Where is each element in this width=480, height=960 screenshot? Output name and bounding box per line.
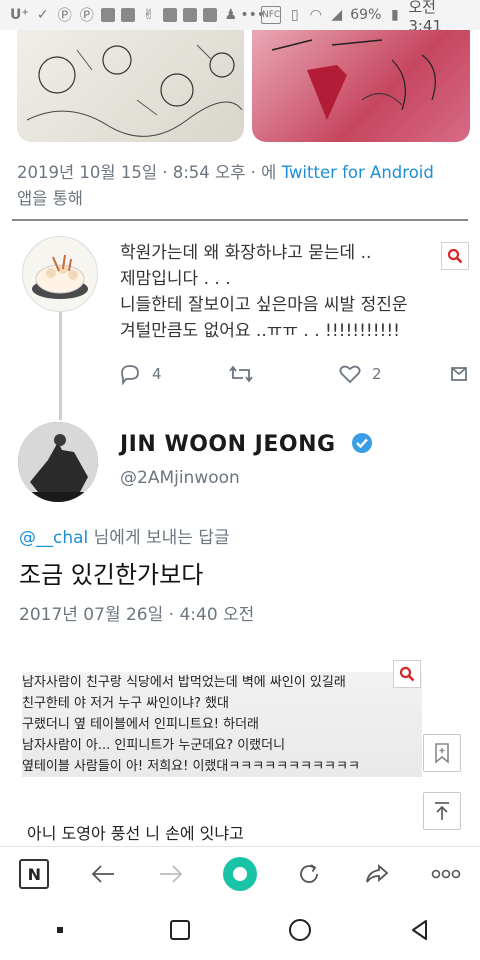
retweet-button[interactable] [228,363,338,385]
tweet-line: 제맘입니다 . . . [120,269,231,289]
heart-icon [339,365,361,384]
profile-avatar[interactable] [18,422,98,502]
nfc-icon: NFC [260,6,282,24]
square-icon [100,8,115,22]
refresh-icon [299,864,318,883]
green-dot-button[interactable] [220,854,260,894]
thread-line [59,312,62,420]
reply-count: 4 [152,365,162,383]
share-arrow-icon [366,864,389,883]
search-icon [447,248,463,264]
search-icon [399,666,415,682]
story-bottom-line: 아니 도영아 풍선 니 손에 잇냐고 [27,824,244,843]
recents-button[interactable] [160,910,200,950]
square-icon [202,8,217,22]
tweet-timestamp: 2019년 10월 15일 · 8:54 오후 · 에 Twitter for … [17,160,457,212]
tweet-line: 학원가는데 왜 화장하냐고 묻는데 .. [120,243,372,263]
replying-suffix: 님에게 보내는 답글 [88,528,230,548]
bookmark-icon [435,743,449,764]
share-button[interactable] [448,363,478,385]
dot-icon [57,927,63,933]
verified-icon [351,433,372,453]
story-line: 남자사람이 친구랑 식당에서 밥먹었는데 벽에 싸인이 있길래 [22,675,346,690]
peace-icon: ✌ [142,7,155,23]
retweet-icon [229,365,253,383]
forward-button[interactable] [151,854,191,894]
story-line: 구랬더니 옆 테이블에서 인피니트요! 하더래 [22,717,260,732]
tweet-actions: 4 2 [118,360,480,388]
more-menu-button[interactable] [426,854,466,894]
person-icon: ♟ [224,7,238,23]
naver-home-button[interactable]: N [14,854,54,894]
tweet-line: 겨털만큼도 없어요 ..ㅠㅠ . . !!!!!!!!!!! [120,321,400,341]
like-button[interactable]: 2 [338,363,448,385]
bookmark-button[interactable] [423,734,461,772]
tweet-source-suffix: 앱을 통해 [17,189,83,208]
image-search-button[interactable] [441,242,469,270]
more-icon: ••• [240,7,266,23]
story-line: 친구한테 야 저거 누구 싸인이냐? 했대 [22,696,229,711]
square-icon [170,920,190,940]
reply-timestamp: 2017년 07월 26일 · 4:40 오전 [19,605,255,625]
tweet-image-pink[interactable] [252,30,470,142]
green-dot-icon [222,857,257,891]
user-handle[interactable]: @2AMjinwoon [120,468,240,488]
like-count: 2 [372,365,382,383]
arrow-left-icon [91,865,114,883]
tweet-line: 니들한테 잘보이고 싶은마음 씨발 정진운 [120,295,408,315]
check-icon: ✓ [36,7,49,23]
status-bar: U⁺ ✓ Ⓟ Ⓟ ✌ ♟ ••• NFC ▯ ◠ ◢ 69% ▮ 오전 3:41 [0,0,480,35]
back-button[interactable] [83,854,123,894]
pinterest-icon: Ⓟ [79,8,94,24]
display-name-text: JIN WOON JEONG [120,432,336,457]
circle-icon [289,919,311,941]
tweet-date: 2019년 10월 15일 · 8:54 오후 · 에 [17,163,277,182]
browser-toolbar: N [0,846,480,901]
share-page-button[interactable] [357,854,397,894]
image-search-button[interactable] [393,660,421,688]
story-text: 남자사람이 친구랑 식당에서 밥먹었는데 벽에 싸인이 있길래 친구한테 야 저… [22,672,422,777]
tweet-media [17,30,470,142]
reply-button[interactable]: 4 [118,363,228,385]
arrow-right-icon [160,865,183,883]
arrow-up-icon [435,802,449,820]
triangle-back-icon [412,920,427,940]
wifi-icon: ◠ [309,7,322,23]
f-icon [120,8,135,22]
replying-user-link[interactable]: @__chal [19,528,88,548]
scroll-top-button[interactable] [423,792,461,830]
story-line: 옆테이블 사람들이 아! 저희요! 이랬대ㅋㅋㅋㅋㅋㅋㅋㅋㅋㅋㅋ [22,759,360,774]
system-nav-bar [0,900,480,960]
f-icon [182,8,197,22]
recent-dot-button[interactable] [40,910,80,950]
tweet-text: 학원가는데 왜 화장하냐고 묻는데 .. 제맘입니다 . . . 니들한테 잘보… [120,240,430,344]
home-button[interactable] [280,910,320,950]
story-line: 남자사람이 아... 인피니트가 누군데요? 이랬더니 [22,738,286,753]
divider [12,219,468,221]
refresh-button[interactable] [289,854,329,894]
vibrate-icon: ▯ [291,7,299,23]
battery-icon: ▮ [390,7,399,23]
battery-percent: 69% [350,7,382,23]
signal-icon: ◢ [331,7,343,23]
reply-text: 조금 있긴한가보다 [19,561,204,589]
tweet-source-link[interactable]: Twitter for Android [282,163,434,182]
status-left: U⁺ ✓ Ⓟ Ⓟ ✌ ♟ ••• [0,7,266,24]
more-icon [431,869,460,879]
back-nav-button[interactable] [400,910,440,950]
naver-n-icon: N [19,859,50,889]
share-icon [451,367,467,381]
display-name[interactable]: JIN WOON JEONG [120,432,372,457]
pinterest-icon: Ⓟ [57,8,72,24]
f-icon [162,8,177,22]
carrier-label: U⁺ [10,7,29,23]
avatar[interactable] [22,236,98,312]
tweet-image-drawing[interactable] [17,30,245,142]
reply-icon [121,365,139,385]
replying-to: @__chal 님에게 보내는 답글 [19,523,230,548]
